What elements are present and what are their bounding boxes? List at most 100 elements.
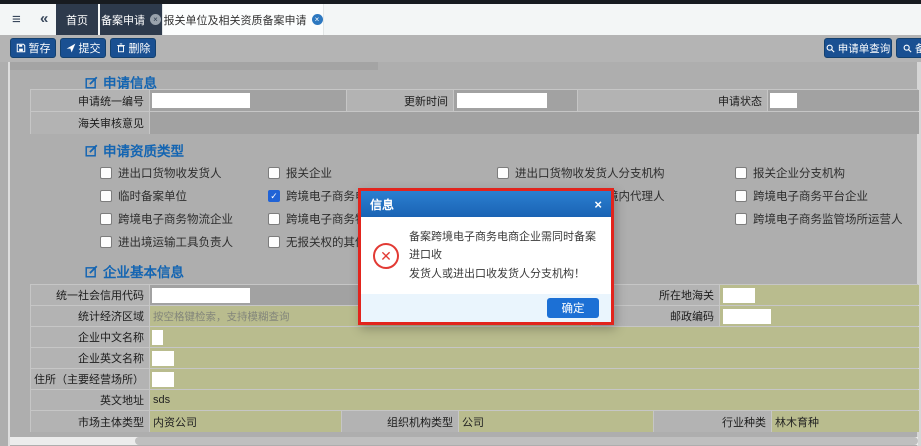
en-address-cell: sds [149,390,919,410]
field-label: 海关审核意见 [31,112,149,134]
field-label: 组织机构类型 [341,411,458,432]
statistic-region-placeholder: 按空格键检索，支持模糊查询 [150,309,290,324]
cb-consignee-branch[interactable]: 进出口货物收发货人分支机构 [497,165,665,181]
search-icon [903,44,912,53]
field-label: 行业种类 [653,411,771,432]
cb-cbec-logistics[interactable]: 跨境电子商务物流企业 [100,211,233,227]
checkbox-icon [497,167,509,179]
save-draft-button[interactable]: 暂存 [10,38,56,58]
dialog-title: 信息 [370,196,394,213]
address-cell [149,369,919,389]
field-label: 统一社会信用代码 [31,285,149,305]
trash-icon [116,43,126,53]
save-icon [16,43,26,53]
scrollbar-thumb[interactable] [135,437,918,445]
application-status-input[interactable] [770,93,797,108]
checkbox-icon [100,236,112,248]
panel-left-edge [8,62,10,446]
checkbox-icon [735,190,747,202]
checkbox-icon [735,167,747,179]
edit-section-icon [85,265,98,278]
customs-opinion-cell [149,112,919,134]
field-label: 更新时间 [346,90,453,111]
customs-location-cell [719,285,919,305]
section-title-enterprise-info: 企业基本信息 [85,261,184,281]
field-label: 申请状态 [577,90,767,111]
application-number-input[interactable] [152,93,250,108]
checkbox-icon [100,213,112,225]
collapse-tabs-icon[interactable]: « [40,10,48,27]
app-status-cell [767,90,919,111]
tab-bar: ≡ « 首页 备案申请 × 报关单位及相关资质备案申请 × [0,4,921,35]
update-time-input[interactable] [457,93,547,108]
postcode-cell [719,306,919,326]
panel-top-shade [10,62,378,70]
checkbox-icon: ✓ [268,190,280,202]
tab-declaration-unit-filing[interactable]: 报关单位及相关资质备案申请 × [162,4,324,35]
dialog-header: 信息 × [361,191,611,217]
section-title-qualification-type: 申请资质类型 [85,140,184,160]
submit-button[interactable]: 提交 [60,38,106,58]
update-time-cell [453,90,577,111]
en-name-cell [149,348,919,368]
application-info-table: 申请统一编号 更新时间 申请状态 海关审核意见 [30,89,918,134]
field-label: 市场主体类型 [31,411,149,432]
search-icon [826,44,835,53]
cb-cbec-platform[interactable]: 跨境电子商务平台企业 [735,188,868,204]
cb-broker-branch[interactable]: 报关企业分支机构 [735,165,845,181]
tab-filing-application[interactable]: 备案申请 × [100,4,162,35]
edit-section-icon [85,76,98,89]
en-address-value: sds [150,394,170,406]
field-label: 统计经济区域 [31,306,149,326]
cb-temporary-filing-unit[interactable]: 临时备案单位 [100,188,187,204]
dialog-footer: 确定 [361,294,611,322]
cb-cbec-supervision-site-operator[interactable]: 跨境电子商务监管场所运营人 [735,211,903,227]
checkbox-icon [268,213,280,225]
company-cn-name-input[interactable] [152,330,163,345]
error-circle-x-icon: ✕ [373,243,399,269]
filing-query-button-clipped[interactable]: 备 [896,38,921,58]
checkbox-icon [268,236,280,248]
cn-name-cell [149,327,919,347]
close-tab-icon[interactable]: × [150,14,161,25]
org-type-cell: 公司 [458,411,653,432]
field-label: 住所（主要经营场所） [31,369,149,389]
checkbox-icon [100,167,112,179]
delete-button[interactable]: 删除 [110,38,156,58]
market-entity-type-cell: 内资公司 [149,411,341,432]
application-query-button[interactable]: 申请单查询 [824,38,892,58]
toolbar: 暂存 提交 删除 申请单查询 备 [0,35,921,62]
field-label: 企业中文名称 [31,327,149,347]
tab-home[interactable]: 首页 [56,4,98,35]
send-icon [66,43,76,53]
dialog-message: 备案跨境电子商务电商企业需同时备案进口收 发货人或进出口收发货人分支机构！ [409,228,599,282]
company-en-name-input[interactable] [152,351,174,366]
org-type-value: 公司 [459,414,484,430]
message-dialog: 信息 × ✕ 备案跨境电子商务电商企业需同时备案进口收 发货人或进出口收发货人分… [361,191,611,322]
checkbox-icon [100,190,112,202]
uscc-input[interactable] [152,288,250,303]
customs-location-input[interactable] [723,288,755,303]
horizontal-scrollbar[interactable] [10,437,918,445]
dialog-close-icon[interactable]: × [594,197,602,212]
dialog-body: ✕ 备案跨境电子商务电商企业需同时备案进口收 发货人或进出口收发货人分支机构！ [361,217,611,294]
cb-import-export-consignee[interactable]: 进出口货物收发货人 [100,165,222,181]
cb-customs-broker[interactable]: 报关企业 [268,165,332,181]
market-entity-type-value: 内资公司 [150,414,197,430]
cb-transport-tool-leader[interactable]: 进出境运输工具负责人 [100,234,233,250]
field-label: 企业英文名称 [31,348,149,368]
ok-button[interactable]: 确定 [547,298,599,318]
field-label: 英文地址 [31,390,149,410]
industry-value: 林木育种 [772,414,819,430]
alert-highlight-border: 信息 × ✕ 备案跨境电子商务电商企业需同时备案进口收 发货人或进出口收发货人分… [358,188,614,325]
hamburger-menu-icon[interactable]: ≡ [12,11,21,28]
checkbox-icon [268,167,280,179]
checkbox-icon [735,213,747,225]
industry-cell: 林木育种 [771,411,919,432]
field-label: 申请统一编号 [31,90,149,111]
edit-section-icon [85,144,98,157]
app-no-cell [149,90,346,111]
address-input[interactable] [152,372,174,387]
close-tab-icon[interactable]: × [312,14,323,25]
postcode-input[interactable] [723,309,771,324]
